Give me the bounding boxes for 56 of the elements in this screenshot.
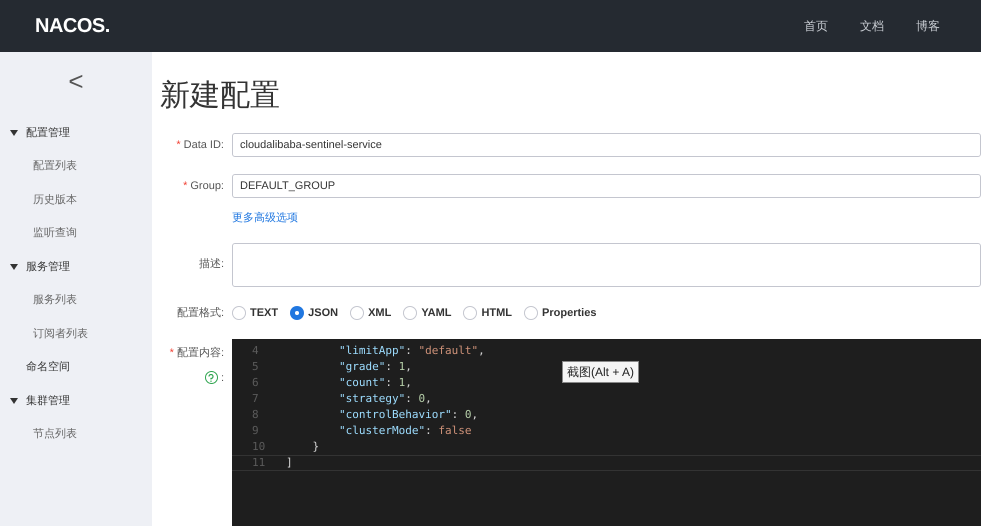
help-colon: : (220, 370, 224, 386)
group-field[interactable]: DEFAULT_GROUP (232, 174, 981, 198)
tooltip: 截图(Alt + A) (562, 361, 640, 383)
sidebar-item[interactable]: 节点列表 (0, 418, 152, 451)
code-line: ] (286, 454, 293, 471)
code-line: "grade": 1, (338, 358, 412, 375)
nacos-logo[interactable]: NACOS. (35, 11, 110, 41)
code-line: "limitApp": "default", (338, 342, 485, 359)
sidebar-group-label: 配置管理 (26, 126, 70, 140)
line-number: 8 (251, 406, 260, 423)
nav-link[interactable]: 文档 (860, 17, 884, 35)
collapse-button[interactable]: < (68, 68, 84, 94)
line-number: 10 (251, 438, 266, 455)
sidebar-item[interactable]: 配置列表 (0, 150, 152, 183)
nav-link[interactable]: 首页 (804, 17, 828, 35)
code-line: } (311, 438, 320, 455)
field-label: 配置内容: (176, 347, 224, 359)
line-number: 5 (251, 358, 260, 375)
sidebar-item[interactable]: 集群管理 (0, 384, 152, 418)
sidebar-item[interactable]: 命名空间 (0, 350, 152, 384)
page-title: 新建配置 (160, 78, 281, 114)
line-number: 6 (251, 374, 260, 391)
field-label: 配置格式: (176, 306, 224, 318)
data-id-field[interactable]: cloudalibaba-sentinel-service (232, 133, 981, 157)
code-line: "clusterMode": false (338, 422, 472, 439)
required-mark: * (170, 347, 174, 359)
sidebar-item[interactable]: 服务列表 (0, 284, 152, 317)
sidebar-item[interactable]: 服务管理 (0, 250, 152, 284)
help-icon[interactable] (204, 371, 218, 384)
format-radio[interactable]: YAML (403, 304, 452, 321)
format-radio[interactable]: TEXT (232, 304, 278, 321)
required-mark: * (176, 138, 181, 151)
code-line: "strategy": 0, (338, 390, 432, 407)
nav-link[interactable]: 博客 (916, 17, 940, 35)
line-number: 4 (251, 342, 260, 359)
field-label: Group: (190, 180, 224, 192)
field-label: Data ID: (184, 138, 224, 151)
code-line: "count": 1, (338, 374, 412, 391)
format-radio[interactable]: XML (350, 304, 392, 321)
code-line: "controlBehavior": 0, (338, 406, 478, 423)
sidebar-item[interactable]: 监听查询 (0, 216, 152, 250)
sidebar-item[interactable]: 历史版本 (0, 183, 152, 216)
format-radio[interactable]: Properties (524, 304, 596, 321)
required-mark: * (183, 180, 188, 192)
advanced-options-link[interactable]: 更多高级选项 (232, 210, 298, 226)
line-number: 7 (251, 390, 260, 407)
sidebar-item[interactable]: 配置管理 (0, 116, 152, 150)
format-radio[interactable]: JSON (290, 304, 338, 321)
format-radio[interactable]: HTML (463, 304, 512, 321)
sidebar-group-label: 集群管理 (26, 394, 70, 408)
line-number: 11 (251, 454, 266, 471)
sidebar-item[interactable]: 订阅者列表 (0, 317, 152, 350)
line-number: 9 (251, 422, 260, 439)
field-label: 描述: (198, 258, 224, 270)
description-field[interactable] (232, 242, 981, 286)
sidebar-group-label: 服务管理 (26, 260, 70, 274)
